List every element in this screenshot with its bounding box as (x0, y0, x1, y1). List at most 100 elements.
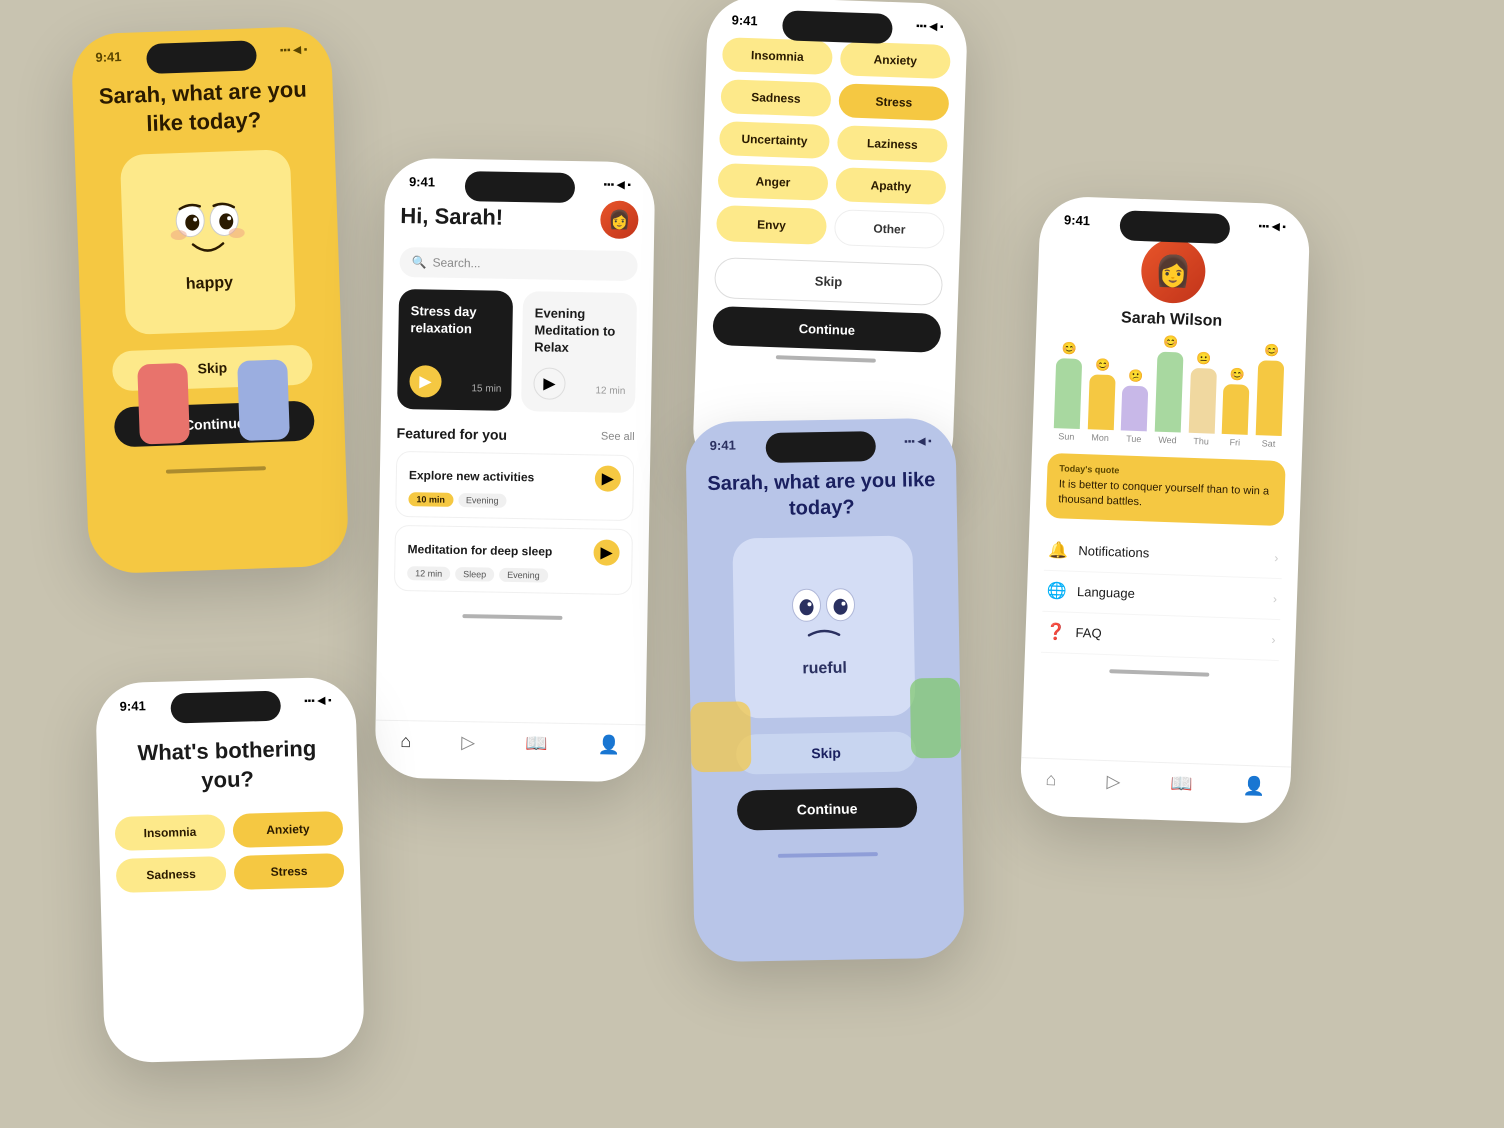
activity-row-2[interactable]: Meditation for deep sleep ▶ 12 min Sleep… (394, 525, 633, 595)
emotion-btn6-anxiety[interactable]: Anxiety (233, 811, 344, 848)
phone2-content: Hi, Sarah! 👩 🔍 Search... Stress day rela… (378, 189, 655, 612)
chevron-notifications: › (1274, 551, 1278, 565)
nav-profile-icon-5[interactable]: 👤 (1243, 776, 1266, 798)
activity-top-2: Meditation for deep sleep ▶ (407, 536, 619, 566)
phone6-content: What's bothering you? InsomniaAnxietySad… (96, 708, 361, 920)
chart-day-tue: Tue (1126, 434, 1142, 445)
search-bar[interactable]: 🔍 Search... (399, 247, 637, 281)
nav-play-icon[interactable]: ▷ (461, 732, 475, 753)
search-icon: 🔍 (411, 255, 426, 269)
bell-icon: 🔔 (1048, 540, 1069, 561)
meditation-card[interactable]: Evening Meditation to Relax ▶ 12 min (521, 291, 637, 413)
nav-home-icon[interactable]: ⌂ (400, 731, 411, 752)
notch-4 (766, 431, 877, 463)
stress-relaxation-card[interactable]: Stress day relaxation ▶ 15 min (397, 289, 513, 411)
signal-icons-3: ▪▪▪ ◀ ▪ (916, 21, 944, 33)
chart-col-mon: 😊Mon (1086, 357, 1117, 443)
skip-button-3[interactable]: Skip (714, 257, 943, 306)
bothering-title: What's bothering you? (113, 734, 342, 797)
chart-face-wed: 😊 (1163, 335, 1178, 350)
activity-row-1[interactable]: Explore new activities ▶ 10 min Evening (395, 451, 634, 521)
see-all-link[interactable]: See all (601, 430, 635, 443)
chevron-language: › (1273, 592, 1277, 606)
deco-yellow-4 (690, 701, 751, 772)
chart-col-sun: 😊 Sun (1052, 341, 1083, 442)
play-sm-2[interactable]: ▶ (593, 539, 619, 565)
continue-button-3[interactable]: Continue (712, 306, 941, 353)
nav-profile-icon[interactable]: 👤 (598, 734, 621, 755)
play-button-2[interactable]: ▶ (533, 367, 566, 400)
question-icon: ❓ (1045, 622, 1066, 643)
phone-profile: 9:41 ▪▪▪ ◀ ▪ 👩 Sarah Wilson 😊Sun😊Mon😕Tue… (1019, 195, 1310, 824)
home-indicator-2 (462, 614, 562, 620)
continue-button-4[interactable]: Continue (737, 787, 918, 830)
play-button-1[interactable]: ▶ (409, 365, 442, 398)
play-sm-1[interactable]: ▶ (595, 465, 621, 491)
signal-icons-1: ▪▪▪ ◀ ▪ (280, 44, 308, 56)
chart-day-thu: Thu (1193, 436, 1209, 447)
notifications-left: 🔔 Notifications (1048, 540, 1149, 564)
chart-bar-wed (1155, 352, 1184, 433)
section-title: Featured for you (396, 425, 507, 443)
home-header: Hi, Sarah! 👩 (400, 197, 639, 239)
nav-book-icon-5[interactable]: 📖 (1170, 773, 1193, 795)
chart-col-fri: 😊Fri (1221, 367, 1251, 448)
globe-icon: 🌐 (1047, 581, 1068, 602)
time-2: 9:41 (409, 174, 435, 189)
faq-row[interactable]: ❓ FAQ › (1041, 612, 1280, 661)
card1-title: Stress day relaxation (410, 303, 501, 338)
emotion-btn-sadness[interactable]: Sadness (720, 79, 831, 117)
phone4-content: Sarah, what are you like today? rueful S… (686, 449, 963, 870)
phone5-content: 👩 Sarah Wilson 😊Sun😊Mon😕Tue😊Wed😐Thu😊Fri😊… (1025, 226, 1310, 669)
signal-icons-6: ▪▪▪ ◀ ▪ (304, 695, 332, 707)
featured-cards: Stress day relaxation ▶ 15 min Evening M… (397, 289, 637, 413)
profile-name: Sarah Wilson (1121, 309, 1223, 331)
signal-icons-2: ▪▪▪ ◀ ▪ (603, 180, 631, 191)
avatar-large: 👩 (1140, 238, 1206, 304)
phone3-content: InsomniaAnxietySadnessStressUncertaintyL… (696, 27, 968, 376)
chart-col-thu: 😐 Thu (1187, 351, 1218, 447)
card1-duration: 15 min (471, 383, 501, 395)
deco-green-4 (910, 678, 961, 759)
quote-box: Today's quote It is better to conquer yo… (1046, 453, 1286, 526)
activity2-tags: 12 min Sleep Evening (407, 566, 619, 584)
rueful-face-card: rueful (732, 535, 915, 718)
deco-red (137, 363, 190, 445)
phone-bothering: 9:41 ▪▪▪ ◀ ▪ What's bothering you? Insom… (95, 677, 365, 1064)
activity2-name: Meditation for deep sleep (407, 542, 552, 559)
skip-button-4[interactable]: Skip (736, 731, 917, 774)
tag-sleep: Sleep (455, 567, 494, 582)
emotion-btn-insomnia[interactable]: Insomnia (722, 37, 833, 75)
time-5: 9:41 (1064, 212, 1091, 228)
chart-face-sun: 😊 (1062, 341, 1077, 356)
emotion-btn6-stress[interactable]: Stress (234, 853, 345, 890)
emotion-btn6-sadness[interactable]: Sadness (116, 856, 227, 893)
phone1-content: Sarah, what are you like today? (72, 57, 347, 487)
nav-play-icon-5[interactable]: ▷ (1106, 771, 1121, 792)
emotion-btn6-insomnia[interactable]: Insomnia (115, 814, 226, 851)
emotion-btn-other[interactable]: Other (834, 209, 945, 249)
mood-label-1: happy (186, 274, 234, 294)
tag-evening2: Evening (499, 568, 548, 583)
emotion-btn-envy[interactable]: Envy (716, 205, 827, 245)
emotion-btn-uncertainty[interactable]: Uncertainty (719, 121, 830, 159)
emotion-btn-apathy[interactable]: Apathy (835, 167, 946, 205)
emotion-btn-anger[interactable]: Anger (717, 163, 828, 201)
chart-day-mon: Mon (1091, 432, 1109, 443)
nav-book-icon[interactable]: 📖 (525, 733, 548, 754)
notch-3 (782, 10, 893, 44)
emotion-btn-anxiety[interactable]: Anxiety (840, 41, 951, 79)
home-indicator-4 (778, 852, 878, 858)
emotion-grid-6: InsomniaAnxietySadnessStress (115, 811, 345, 893)
chart-day-sun: Sun (1058, 431, 1074, 442)
home-indicator-5 (1109, 669, 1209, 676)
avatar-small[interactable]: 👩 (600, 200, 639, 239)
nav-home-icon-5[interactable]: ⌂ (1045, 769, 1057, 790)
chart-day-sat: Sat (1262, 438, 1276, 448)
home-indicator-1 (166, 466, 266, 473)
emotion-btn-laziness[interactable]: Laziness (837, 125, 948, 163)
emotion-btn-stress[interactable]: Stress (838, 83, 949, 121)
phone-rueful: 9:41 ▪▪▪ ◀ ▪ Sarah, what are you like to… (685, 418, 964, 963)
tag-12min: 12 min (407, 566, 450, 581)
chart-face-thu: 😐 (1196, 351, 1211, 366)
